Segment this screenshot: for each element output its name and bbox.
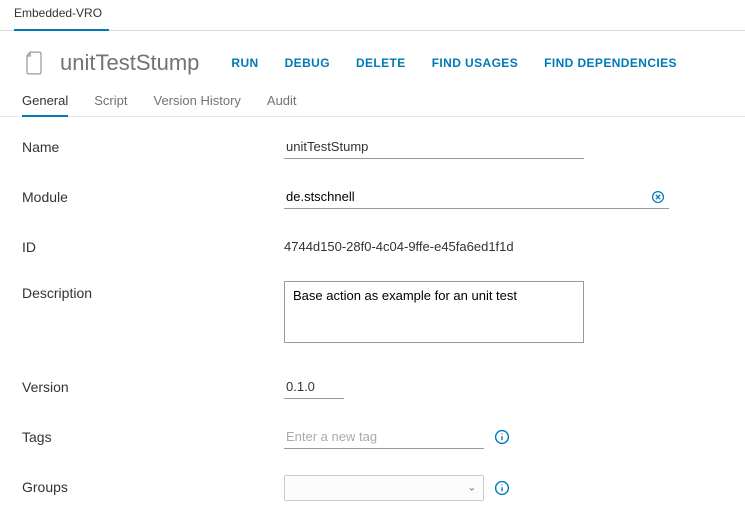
run-button[interactable]: RUN [231,56,258,70]
tab-script[interactable]: Script [94,87,127,116]
tab-version-history[interactable]: Version History [153,87,240,116]
tags-info-icon[interactable] [494,429,510,445]
id-value: 4744d150-28f0-4c04-9ffe-e45fa6ed1f1d [284,235,514,254]
module-field-wrap [284,185,669,209]
header: unitTestStump RUN DEBUG DELETE FIND USAG… [0,31,745,87]
sub-tabs: General Script Version History Audit [0,87,745,117]
action-links: RUN DEBUG DELETE FIND USAGES FIND DEPEND… [231,56,677,70]
label-description: Description [22,281,284,301]
row-description: Description [22,281,725,343]
row-module: Module [22,185,725,209]
general-form: Name Module ID 4744d150-28f0-4c04-9ffe-e… [0,117,745,501]
module-input[interactable] [284,185,651,208]
row-id: ID 4744d150-28f0-4c04-9ffe-e45fa6ed1f1d [22,235,725,255]
tags-input[interactable] [284,425,484,449]
label-version: Version [22,375,284,395]
row-tags: Tags [22,425,725,449]
top-tab-embedded-vro[interactable]: Embedded-VRO [14,6,102,24]
page-title: unitTestStump [60,50,199,76]
tab-general[interactable]: General [22,87,68,116]
label-module: Module [22,185,284,205]
delete-button[interactable]: DELETE [356,56,406,70]
row-groups: Groups ⌄ [22,475,725,501]
row-version: Version [22,375,725,399]
action-icon [20,49,48,77]
find-usages-button[interactable]: FIND USAGES [432,56,518,70]
top-tab-underline [14,29,109,31]
row-name: Name [22,135,725,159]
name-input[interactable] [284,135,584,159]
groups-info-icon[interactable] [494,480,510,496]
find-dependencies-button[interactable]: FIND DEPENDENCIES [544,56,677,70]
clear-module-icon[interactable] [651,190,665,204]
description-textarea[interactable] [284,281,584,343]
groups-select-wrap: ⌄ [284,475,484,501]
version-input[interactable] [284,375,344,399]
label-groups: Groups [22,475,284,495]
tab-audit[interactable]: Audit [267,87,297,116]
top-tab-bar: Embedded-VRO [0,0,745,31]
label-name: Name [22,135,284,155]
debug-button[interactable]: DEBUG [285,56,330,70]
label-tags: Tags [22,425,284,445]
groups-select[interactable] [284,475,484,501]
label-id: ID [22,235,284,255]
